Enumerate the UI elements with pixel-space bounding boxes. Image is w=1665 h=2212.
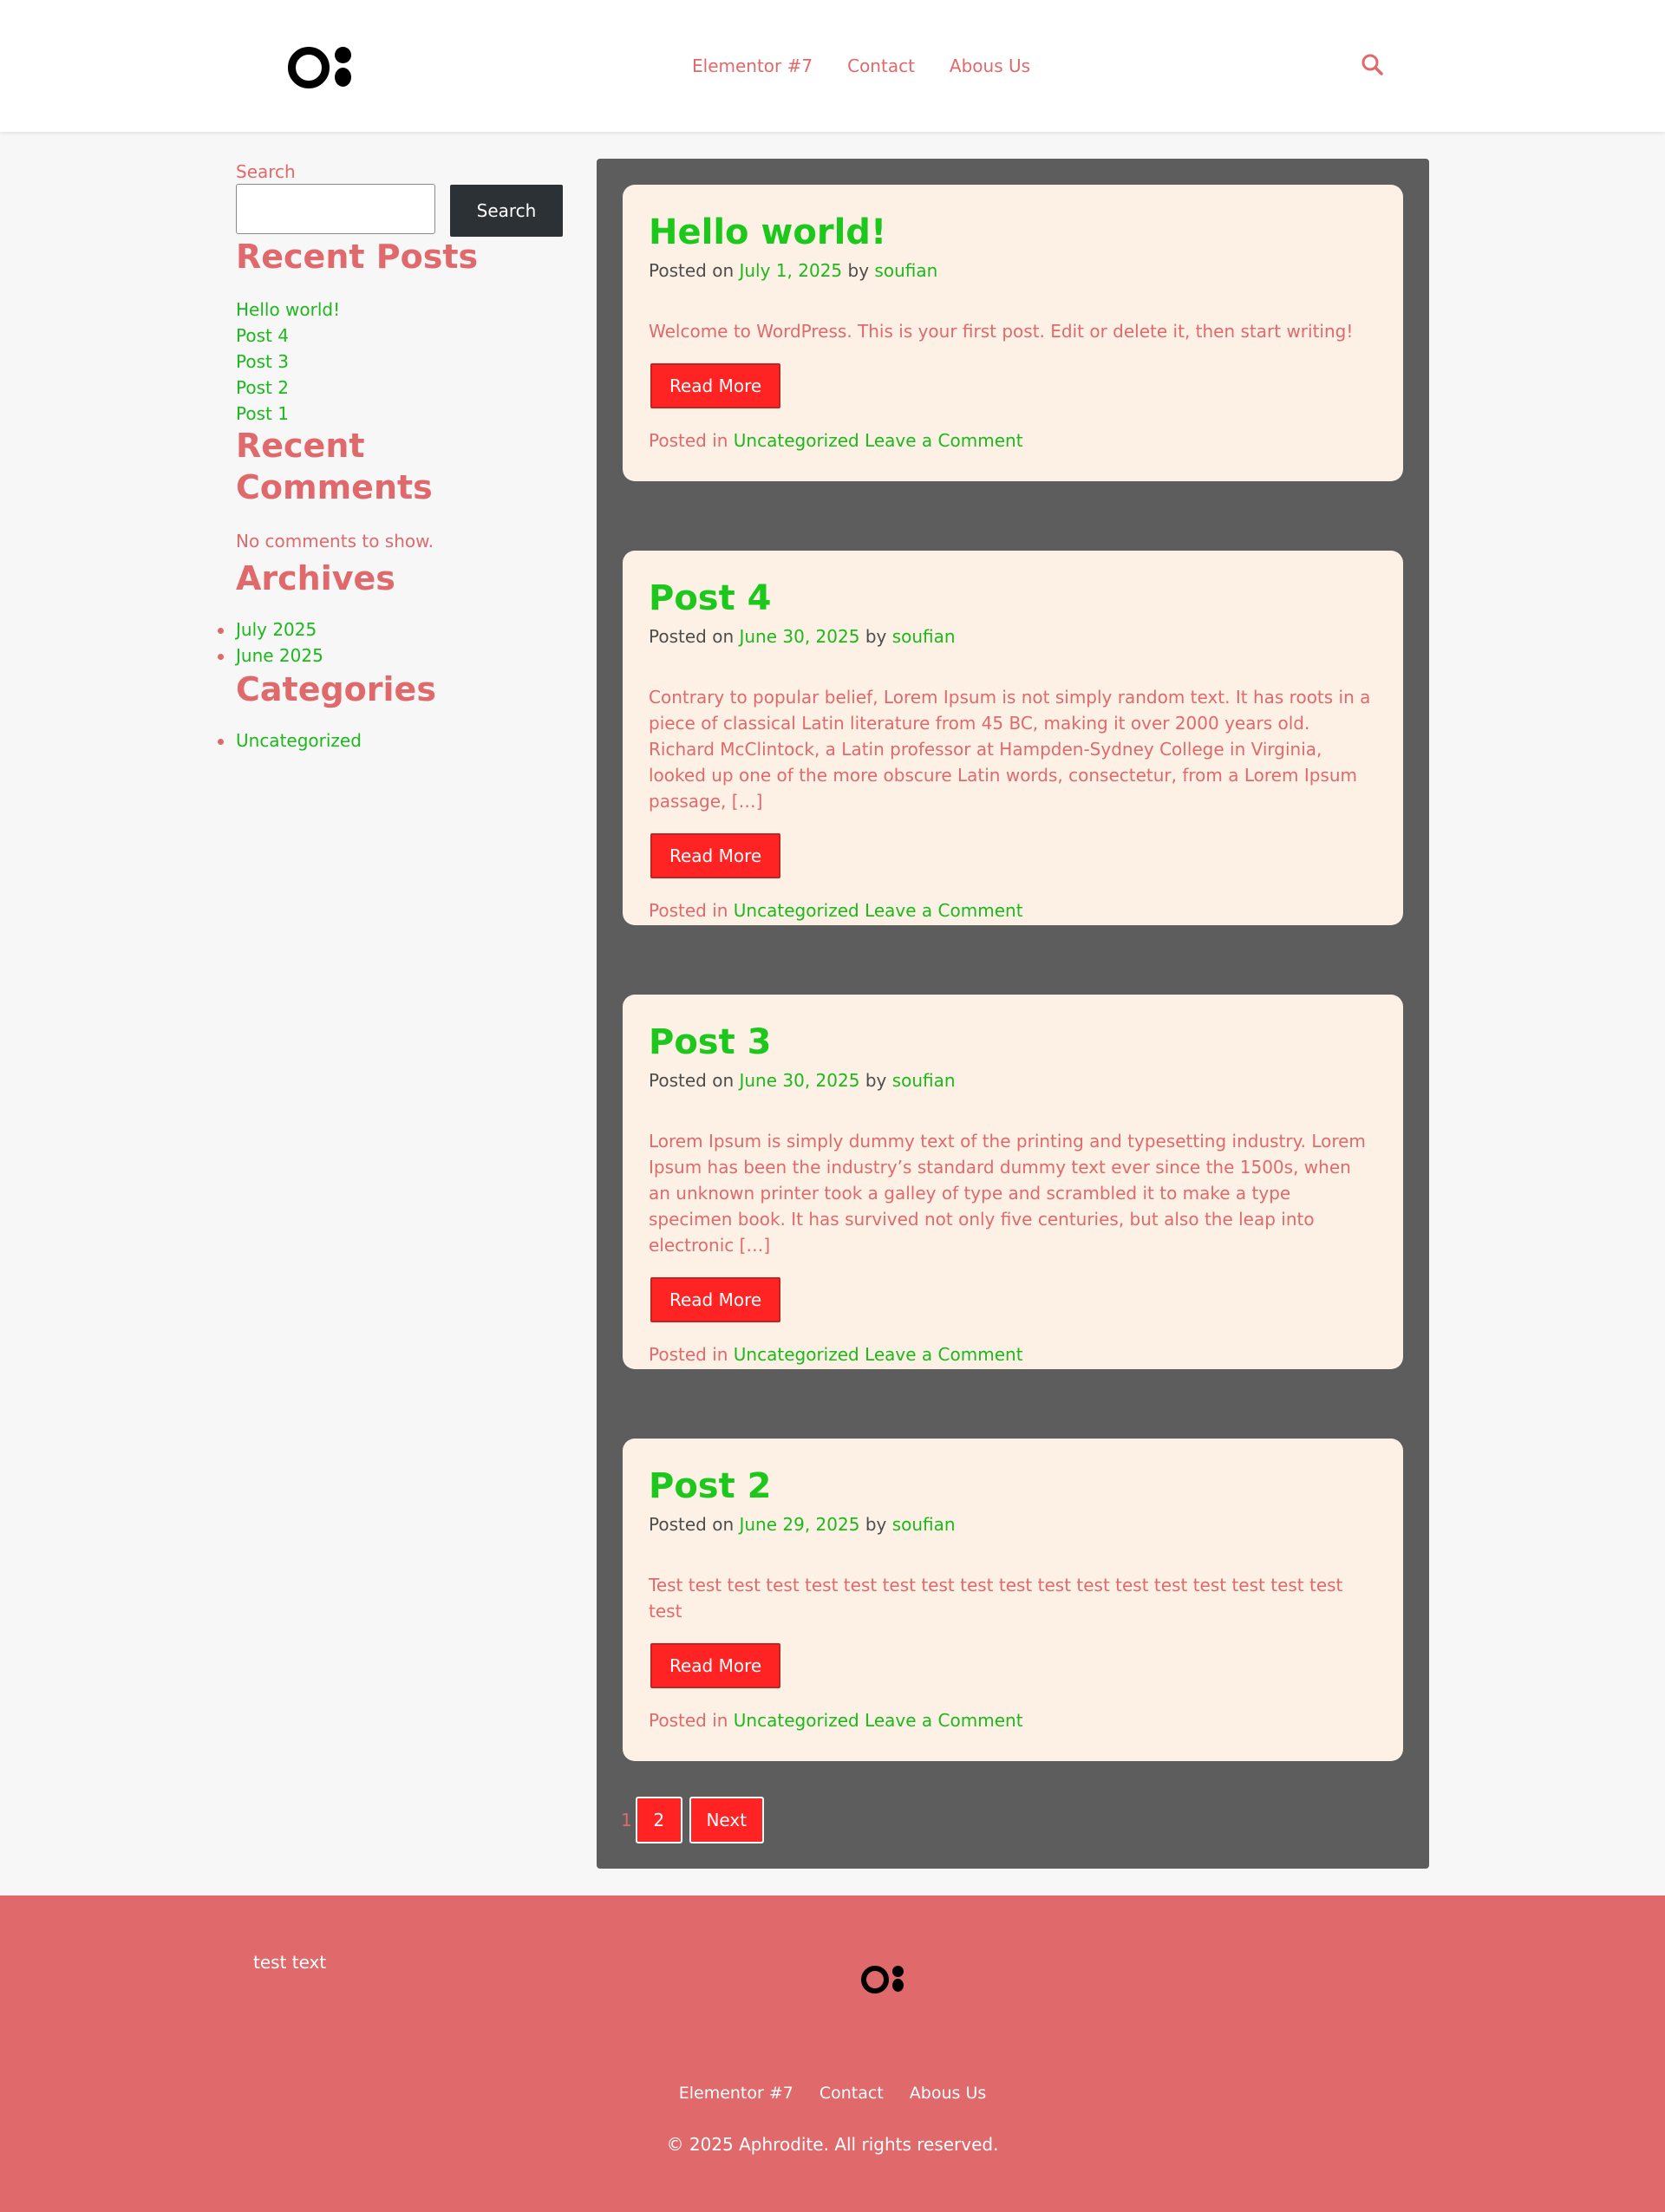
footer-link-about[interactable]: Abous Us [910,2081,986,2105]
post-footer-meta: Posted in Uncategorized Leave a Comment [649,897,1377,923]
footer-nav: Elementor #7 Contact Abous Us [0,2081,1665,2105]
category-link[interactable]: Uncategorized [218,728,362,754]
recent-post-link[interactable]: Post 2 [236,375,340,401]
author-link[interactable]: soufian [874,260,937,281]
author-link[interactable]: soufian [892,1070,956,1091]
by-label: by [847,260,870,281]
post-card: Post 2 Posted on June 29, 2025 by soufia… [623,1439,1403,1761]
footer-link-elementor[interactable]: Elementor #7 [679,2081,793,2105]
read-more-button[interactable]: Read More [650,833,781,878]
archives-list: July 2025 June 2025 [218,617,323,669]
recent-post-link[interactable]: Hello world! [236,297,340,323]
read-more-button[interactable]: Read More [650,1277,781,1322]
post-date-link[interactable]: July 1, 2025 [739,260,842,281]
post-title[interactable]: Post 3 [649,1021,1377,1064]
nav-link-contact[interactable]: Contact [847,52,915,80]
post-card: Post 3 Posted on June 30, 2025 by soufia… [623,995,1403,1369]
post-footer-meta: Posted in Uncategorized Leave a Comment [649,1707,1377,1733]
recent-comments-heading: Recent Comments [236,427,433,506]
author-link[interactable]: soufian [892,1514,956,1535]
site-footer: test text Elementor #7 Contact Abous Us … [0,1896,1665,2212]
logo-ring [288,47,330,88]
post-meta: Posted on June 30, 2025 by soufian [649,1067,1377,1093]
footer-logo[interactable] [861,1964,906,1995]
post-footer-meta: Posted in Uncategorized Leave a Comment [649,427,1377,453]
archives-heading: Archives [236,559,395,597]
post-excerpt: Test test test test test test test test … [649,1575,1343,1621]
post-meta: Posted on June 30, 2025 by soufian [649,623,1377,649]
nav-link-elementor[interactable]: Elementor #7 [692,52,813,80]
read-more-button[interactable]: Read More [650,363,781,408]
category-link[interactable]: Uncategorized [734,900,859,921]
leave-comment-link[interactable]: Leave a Comment [865,1344,1022,1365]
search-icon[interactable] [1360,52,1386,78]
search-button[interactable]: Search [450,185,563,237]
post-date-link[interactable]: June 29, 2025 [739,1514,859,1535]
footer-text: test text [253,1952,327,1973]
site-logo[interactable] [288,45,354,88]
search-label: Search [236,161,296,182]
post-excerpt: Welcome to WordPress. This is your first… [649,321,1354,342]
current-page-number: 1 [621,1810,632,1830]
post-title[interactable]: Post 4 [649,577,1377,620]
logo-dot-bottom [335,68,351,87]
recent-post-link[interactable]: Post 1 [236,401,340,427]
post-date-link[interactable]: June 30, 2025 [739,626,859,647]
main-nav: Elementor #7 Contact Abous Us [692,52,1030,80]
recent-post-link[interactable]: Post 4 [236,323,340,349]
archive-link[interactable]: July 2025 [218,617,323,643]
posted-in-label: Posted in [649,430,728,451]
logo-dot-bottom [892,1979,904,1992]
categories-heading: Categories [236,670,436,708]
logo-dot-top [892,1966,904,1977]
recent-posts-list: Hello world! Post 4 Post 3 Post 2 Post 1 [236,297,340,427]
logo-ring [861,1966,889,1993]
post-excerpt: Contrary to popular belief, Lorem Ipsum … [649,687,1371,812]
site-header: Elementor #7 Contact Abous Us [0,0,1665,132]
logo-dot-top [335,47,351,63]
post-footer-meta: Posted in Uncategorized Leave a Comment [649,1341,1377,1367]
posted-on-label: Posted on [649,1514,735,1535]
search-input[interactable] [236,184,435,234]
posted-in-label: Posted in [649,1344,728,1365]
leave-comment-link[interactable]: Leave a Comment [865,900,1022,921]
post-date-link[interactable]: June 30, 2025 [739,1070,859,1091]
author-link[interactable]: soufian [892,626,956,647]
next-page-button[interactable]: Next [689,1797,764,1843]
no-comments-text: No comments to show. [236,531,434,551]
category-link[interactable]: Uncategorized [734,1344,859,1365]
posts-area: Hello world! Posted on July 1, 2025 by s… [597,159,1429,1869]
posted-on-label: Posted on [649,260,735,281]
by-label: by [865,1070,887,1091]
by-label: by [865,626,887,647]
archive-link[interactable]: June 2025 [218,643,323,669]
recent-post-link[interactable]: Post 3 [236,349,340,375]
category-link[interactable]: Uncategorized [734,430,859,451]
footer-link-contact[interactable]: Contact [819,2081,884,2105]
nav-link-about[interactable]: Abous Us [950,52,1030,80]
post-excerpt: Lorem Ipsum is simply dummy text of the … [649,1131,1366,1256]
post-meta: Posted on June 29, 2025 by soufian [649,1511,1377,1537]
read-more-button[interactable]: Read More [650,1643,781,1688]
copyright: © 2025 Aphrodite. All rights reserved. [666,2134,999,2155]
by-label: by [865,1514,887,1535]
posted-on-label: Posted on [649,1070,735,1091]
post-card: Hello world! Posted on July 1, 2025 by s… [623,185,1403,481]
post-meta: Posted on July 1, 2025 by soufian [649,258,1377,284]
pagination: 1 2 Next [621,1797,771,1843]
posted-in-label: Posted in [649,900,728,921]
category-link[interactable]: Uncategorized [734,1710,859,1731]
posted-in-label: Posted in [649,1710,728,1731]
leave-comment-link[interactable]: Leave a Comment [865,1710,1022,1731]
post-title[interactable]: Post 2 [649,1465,1377,1508]
leave-comment-link[interactable]: Leave a Comment [865,430,1022,451]
post-card: Post 4 Posted on June 30, 2025 by soufia… [623,551,1403,925]
recent-posts-heading: Recent Posts [236,238,479,276]
page-2-button[interactable]: 2 [635,1797,682,1843]
categories-list: Uncategorized [218,728,362,754]
post-title[interactable]: Hello world! [649,211,1377,254]
posted-on-label: Posted on [649,626,735,647]
